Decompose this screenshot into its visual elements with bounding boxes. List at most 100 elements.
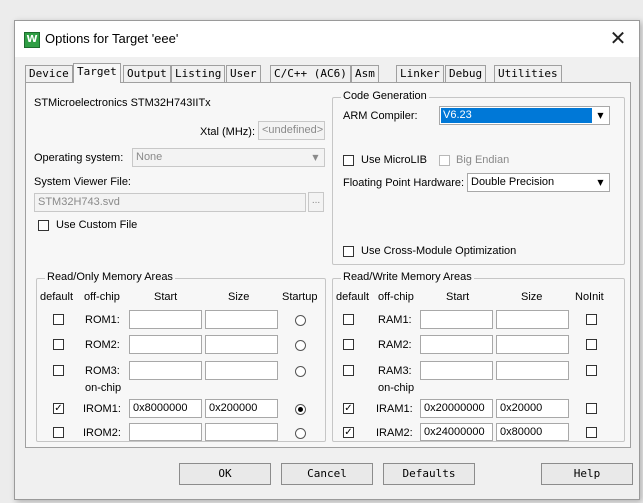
ro-memory-title: Read/Only Memory Areas [45, 271, 175, 283]
ram3-start-input[interactable] [420, 361, 493, 380]
irom1-startup-radio[interactable] [295, 404, 306, 415]
chevron-down-icon: ▼ [312, 153, 319, 162]
code-generation-group: Code Generation ARM Compiler: V6.23 ▼ Us… [332, 90, 625, 265]
cross-module-checkbox[interactable] [343, 246, 354, 257]
xtal-input[interactable]: <undefined> [258, 121, 325, 140]
rom1-start-input[interactable] [129, 310, 202, 329]
iram1-size-input[interactable]: 0x20000 [496, 399, 569, 418]
rom2-size-input[interactable] [205, 335, 278, 354]
tab-asm[interactable]: Asm [351, 65, 379, 82]
tab-linker[interactable]: Linker [396, 65, 444, 82]
rom3-default-checkbox[interactable] [53, 365, 64, 376]
iram2-label: IRAM2: [376, 427, 413, 439]
rom2-startup-radio[interactable] [295, 340, 306, 351]
ram2-noinit-checkbox[interactable] [586, 339, 597, 350]
tab-device[interactable]: Device [25, 65, 73, 82]
ram2-default-checkbox[interactable] [343, 339, 354, 350]
ro-header-startup: Startup [282, 291, 318, 303]
ram1-size-input[interactable] [496, 310, 569, 329]
options-dialog: W Options for Target 'eee' ✕ Device Targ… [14, 20, 640, 500]
chevron-down-icon: ▼ [597, 178, 604, 187]
code-generation-title: Code Generation [341, 90, 429, 102]
ro-header-default: default [40, 291, 74, 303]
rw-header-offchip: off-chip [378, 291, 414, 303]
irom1-size-input[interactable]: 0x200000 [205, 399, 278, 418]
rom1-label: ROM1: [85, 314, 120, 326]
big-endian-label: Big Endian [456, 154, 510, 166]
iram1-label: IRAM1: [376, 403, 413, 415]
ram1-noinit-checkbox[interactable] [586, 314, 597, 325]
tab-output[interactable]: Output [123, 65, 171, 82]
iram1-default-checkbox[interactable]: ✓ [343, 403, 354, 414]
rom2-default-checkbox[interactable] [53, 339, 64, 350]
ro-header-size: Size [228, 291, 250, 303]
rom2-start-input[interactable] [129, 335, 202, 354]
irom2-start-input[interactable] [129, 423, 202, 441]
rom1-default-checkbox[interactable] [53, 314, 64, 325]
ram3-size-input[interactable] [496, 361, 569, 380]
iram1-start-input[interactable]: 0x20000000 [420, 399, 493, 418]
tab-target[interactable]: Target [73, 63, 121, 83]
rom1-startup-radio[interactable] [295, 315, 306, 326]
cancel-button[interactable]: Cancel [281, 463, 373, 485]
os-select[interactable]: None ▼ [132, 148, 325, 167]
use-microlib-checkbox[interactable] [343, 155, 354, 166]
use-custom-file-checkbox[interactable] [38, 220, 49, 231]
cross-module-label: Use Cross-Module Optimization [361, 245, 517, 257]
iram2-start-input[interactable]: 0x24000000 [420, 423, 493, 441]
arm-compiler-value: V6.23 [441, 108, 592, 123]
rw-header-default: default [336, 291, 370, 303]
ram1-default-checkbox[interactable] [343, 314, 354, 325]
help-button[interactable]: Help [541, 463, 633, 485]
fph-value: Double Precision [471, 176, 555, 188]
window-title: Options for Target 'eee' [45, 31, 179, 46]
arm-compiler-select[interactable]: V6.23 ▼ [439, 106, 610, 125]
fph-label: Floating Point Hardware: [343, 177, 465, 189]
ram1-label: RAM1: [378, 314, 412, 326]
iram1-noinit-checkbox[interactable] [586, 403, 597, 414]
rom3-label: ROM3: [85, 365, 120, 377]
tab-listing[interactable]: Listing [171, 65, 226, 82]
rw-onchip-label: on-chip [378, 382, 415, 394]
ro-header-offchip: off-chip [84, 291, 120, 303]
rom3-start-input[interactable] [129, 361, 202, 380]
ram3-noinit-checkbox[interactable] [586, 365, 597, 376]
tab-debug[interactable]: Debug [445, 65, 487, 82]
tab-cpp[interactable]: C/C++ (AC6) [270, 65, 351, 82]
ram2-start-input[interactable] [420, 335, 493, 354]
irom2-default-checkbox[interactable] [53, 427, 64, 438]
close-button[interactable]: ✕ [605, 27, 631, 51]
rom3-startup-radio[interactable] [295, 366, 306, 377]
target-page: STMicroelectronics STM32H743IITx Xtal (M… [25, 82, 631, 448]
irom2-size-input[interactable] [205, 423, 278, 441]
app-icon: W [24, 32, 40, 48]
rom2-label: ROM2: [85, 339, 120, 351]
rom3-size-input[interactable] [205, 361, 278, 380]
rom1-size-input[interactable] [205, 310, 278, 329]
iram2-default-checkbox[interactable]: ✓ [343, 427, 354, 438]
irom2-label: IROM2: [83, 427, 121, 439]
svd-input[interactable]: STM32H743.svd [34, 193, 306, 212]
defaults-button[interactable]: Defaults [383, 463, 475, 485]
svd-browse-button[interactable]: ... [308, 192, 324, 212]
big-endian-checkbox[interactable] [439, 155, 450, 166]
ro-memory-group: Read/Only Memory Areas default off-chip … [36, 271, 326, 442]
os-label: Operating system: [34, 152, 124, 164]
iram2-noinit-checkbox[interactable] [586, 427, 597, 438]
ram2-size-input[interactable] [496, 335, 569, 354]
tab-user[interactable]: User [226, 65, 261, 82]
irom1-start-input[interactable]: 0x8000000 [129, 399, 202, 418]
ok-button[interactable]: OK [179, 463, 271, 485]
rw-header-size: Size [521, 291, 543, 303]
svd-label: System Viewer File: [34, 176, 131, 188]
tab-utilities[interactable]: Utilities [494, 65, 562, 82]
ram3-default-checkbox[interactable] [343, 365, 354, 376]
fph-select[interactable]: Double Precision ▼ [467, 173, 610, 192]
ram2-label: RAM2: [378, 339, 412, 351]
rw-memory-title: Read/Write Memory Areas [341, 271, 474, 283]
ro-header-start: Start [154, 291, 178, 303]
iram2-size-input[interactable]: 0x80000 [496, 423, 569, 441]
irom2-startup-radio[interactable] [295, 428, 306, 439]
irom1-default-checkbox[interactable]: ✓ [53, 403, 64, 414]
ram1-start-input[interactable] [420, 310, 493, 329]
